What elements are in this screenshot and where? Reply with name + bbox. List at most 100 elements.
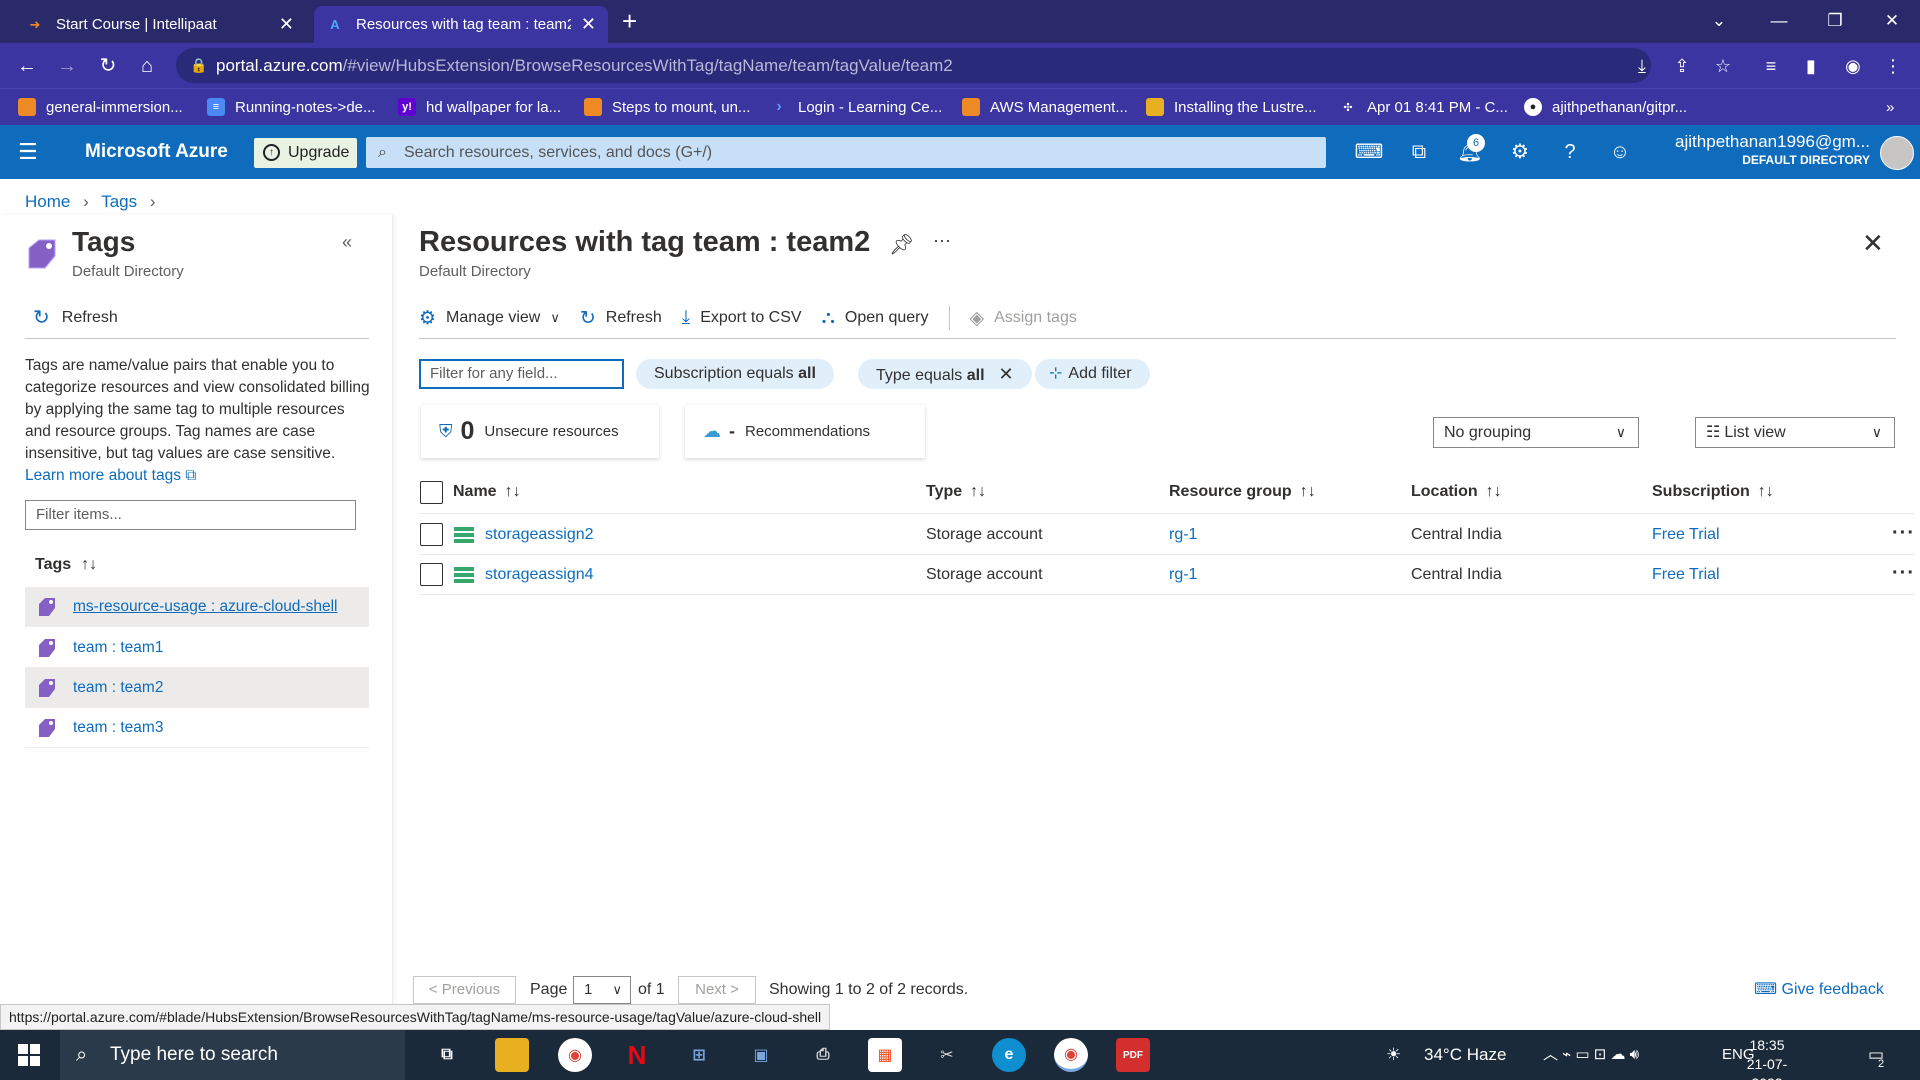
network-app-icon[interactable]: ⊞ (682, 1038, 716, 1072)
row-checkbox[interactable] (420, 523, 443, 546)
close-blade-icon[interactable]: ✕ (1862, 228, 1884, 259)
forward-icon[interactable]: → (53, 52, 81, 80)
remove-filter-icon[interactable]: ✕ (999, 364, 1014, 384)
notification-center-icon[interactable]: ▭ 2 (1868, 1030, 1884, 1080)
help-icon[interactable]: ? (1555, 138, 1585, 166)
assign-tags-button[interactable]: ◈ Assign tags (970, 307, 1077, 330)
next-page-button[interactable]: Next > (678, 976, 756, 1004)
weather-text[interactable]: 34°C Haze (1424, 1030, 1506, 1080)
clock[interactable]: 18:35 21-07-2023 (1732, 1036, 1802, 1080)
column-type[interactable]: Type ↑↓ (926, 478, 986, 506)
page-select[interactable]: 1 ∨ (573, 976, 631, 1004)
row-more-icon[interactable]: ··· (1892, 515, 1915, 551)
column-name[interactable]: Name ↑↓ (453, 478, 521, 506)
reading-list-icon[interactable]: ≡ (1757, 52, 1785, 80)
browser-tab-intellipaat[interactable]: ➜ Start Course | Intellipaat ✕ (14, 6, 306, 43)
open-query-button[interactable]: ⛬ Open query (822, 307, 929, 329)
collapse-pane-icon[interactable]: « (342, 232, 352, 253)
bookmark-item[interactable]: ≡ Running-notes->de... (207, 89, 376, 125)
row-more-icon[interactable]: ··· (1892, 555, 1915, 591)
close-tab-icon[interactable]: ✕ (581, 15, 596, 33)
tag-item-team1[interactable]: team : team1 (25, 628, 369, 668)
bookmark-item[interactable]: y! hd wallpaper for la... (398, 89, 561, 125)
breadcrumb-tags[interactable]: Tags (101, 192, 137, 211)
grouping-dropdown[interactable]: No grouping ∨ (1433, 417, 1639, 448)
netflix-icon[interactable]: N (620, 1038, 654, 1072)
avatar[interactable] (1880, 136, 1914, 170)
new-tab-button[interactable]: + (622, 8, 637, 34)
pdf-app-icon[interactable]: PDF (1116, 1038, 1150, 1072)
profile-icon[interactable]: ◉ (1839, 52, 1867, 80)
column-location[interactable]: Location ↑↓ (1411, 478, 1502, 506)
restore-button[interactable]: ❐ (1805, 4, 1865, 38)
learn-more-link[interactable]: Learn more about tags ⧉ (25, 467, 196, 484)
azure-brand[interactable]: Microsoft Azure (85, 125, 228, 179)
breadcrumb-home[interactable]: Home (25, 192, 70, 211)
close-tab-icon[interactable]: ✕ (279, 15, 294, 33)
more-options-icon[interactable]: ··· (933, 230, 951, 251)
table-row[interactable]: storageassign4 Storage account rg-1 Cent… (419, 555, 1915, 595)
column-resource-group[interactable]: Resource group ↑↓ (1169, 478, 1316, 506)
settings-gear-icon[interactable]: ⚙ (1505, 138, 1535, 166)
select-all-checkbox[interactable] (420, 481, 443, 504)
remote-desktop-icon[interactable]: ▣ (744, 1038, 778, 1072)
install-icon[interactable]: ⤓ (1628, 52, 1656, 80)
menu-icon[interactable]: ⋮ (1879, 52, 1907, 80)
hamburger-menu-icon[interactable]: ☰ (18, 139, 38, 165)
resource-name-link[interactable]: storageassign2 (485, 515, 594, 555)
tags-column-header[interactable]: Tags ↑↓ (35, 556, 97, 574)
unsecure-resources-card[interactable]: ⛨ 0 Unsecure resources (421, 405, 659, 458)
task-view-icon[interactable]: ⧉ (430, 1038, 464, 1072)
filter-field-input[interactable]: Filter for any field... (419, 359, 624, 389)
subscription-link[interactable]: Free Trial (1652, 515, 1720, 555)
recommendations-card[interactable]: ☁ - Recommendations (685, 405, 925, 458)
close-window-button[interactable]: ✕ (1862, 4, 1920, 38)
add-filter-button[interactable]: ⊹ Add filter (1035, 359, 1150, 389)
refresh-button[interactable]: ↻ Refresh (580, 307, 662, 330)
tray-icons[interactable]: ︿ ⌁ ▭ ⊡ ☁ 🔊︎ (1543, 1030, 1639, 1080)
edge-icon[interactable]: e (992, 1038, 1026, 1072)
minimize-button[interactable]: — (1749, 4, 1809, 38)
subscription-link[interactable]: Free Trial (1652, 555, 1720, 595)
resource-name-link[interactable]: storageassign4 (485, 555, 594, 595)
table-row[interactable]: storageassign2 Storage account rg-1 Cent… (419, 515, 1915, 555)
browser-tab-azure[interactable]: A Resources with tag team : team2 ✕ (314, 6, 608, 43)
store-icon[interactable]: ▦ (868, 1038, 902, 1072)
pin-icon[interactable]: 📌︎ (889, 232, 914, 257)
bookmark-item[interactable]: › Login - Learning Ce... (770, 89, 942, 125)
file-explorer-icon[interactable] (495, 1038, 529, 1072)
bookmark-item[interactable]: general-immersion... (18, 89, 183, 125)
bookmark-item[interactable]: ✣ Apr 01 8:41 PM - C... (1339, 89, 1508, 125)
bookmark-item[interactable]: Installing the Lustre... (1146, 89, 1317, 125)
resource-group-link[interactable]: rg-1 (1169, 515, 1197, 555)
bookmark-item[interactable]: ● ajithpethanan/gitpr... (1524, 89, 1687, 125)
global-search-input[interactable]: ⌕ Search resources, services, and docs (… (366, 137, 1326, 168)
refresh-button[interactable]: ↻ Refresh (33, 305, 118, 330)
reload-icon[interactable]: ↻ (94, 52, 122, 80)
give-feedback-link[interactable]: ⌨ Give feedback (1754, 979, 1884, 999)
tag-item-team2[interactable]: team : team2 (25, 668, 369, 708)
tag-item-ms-resource-usage[interactable]: ms-resource-usage : azure-cloud-shell (25, 587, 369, 627)
printer-icon[interactable]: ⎙ (806, 1038, 840, 1072)
sidebar-icon[interactable]: ▮ (1797, 52, 1825, 80)
back-icon[interactable]: ← (13, 52, 41, 80)
resource-group-link[interactable]: rg-1 (1169, 555, 1197, 595)
filter-items-input[interactable]: Filter items... (25, 500, 356, 530)
tab-search-icon[interactable]: ⌄ (1689, 4, 1749, 38)
chrome-active-icon[interactable]: ◉ (1054, 1038, 1088, 1072)
address-bar[interactable]: 🔒 portal.azure.com/#view/HubsExtension/B… (176, 48, 1651, 83)
taskbar-search-input[interactable]: ⌕ Type here to search (60, 1030, 405, 1080)
export-csv-button[interactable]: ⤓ Export to CSV (682, 307, 802, 329)
chrome-icon[interactable]: ◉ (558, 1038, 592, 1072)
snipping-tool-icon[interactable]: ✂ (930, 1038, 964, 1072)
view-dropdown[interactable]: ☷ List view ∨ (1695, 417, 1895, 448)
more-bookmarks-icon[interactable]: » (1886, 89, 1894, 125)
windows-start-icon[interactable] (18, 1044, 40, 1066)
star-icon[interactable]: ☆ (1709, 52, 1737, 80)
row-checkbox[interactable] (420, 563, 443, 586)
bookmark-item[interactable]: AWS Management... (962, 89, 1128, 125)
type-filter-pill[interactable]: Type equals all ✕ (858, 359, 1032, 389)
manage-view-button[interactable]: ⚙ Manage view ∨ (419, 307, 560, 330)
column-subscription[interactable]: Subscription ↑↓ (1652, 478, 1774, 506)
subscription-filter-pill[interactable]: Subscription equals all (636, 359, 834, 389)
